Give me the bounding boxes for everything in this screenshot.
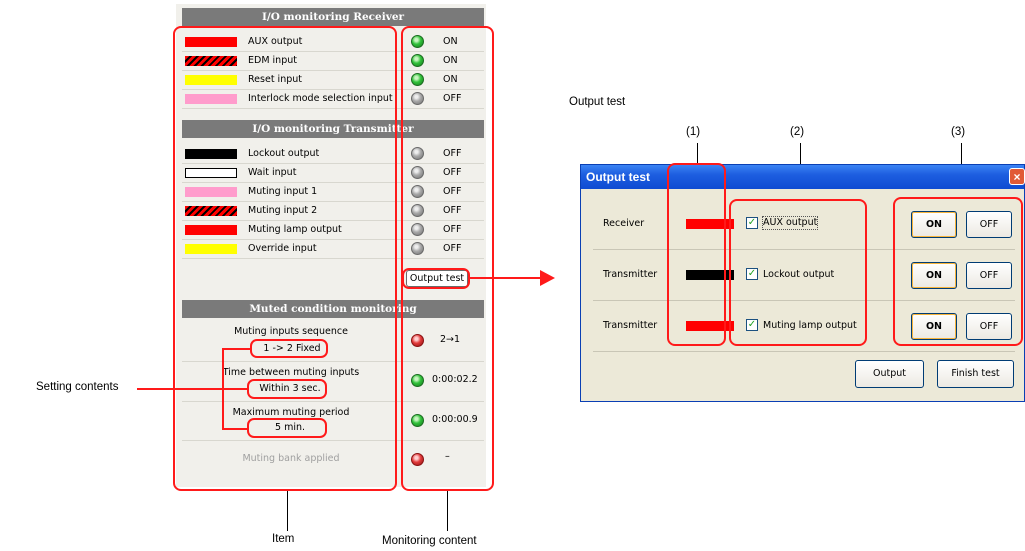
output-button[interactable]: Output: [855, 360, 924, 388]
column-1-leader-line: [697, 143, 698, 163]
column-1-callout-box: [667, 163, 726, 346]
arrow-shaft: [470, 277, 542, 279]
setting-bracket-line: [222, 348, 250, 350]
setting-callout-time: [247, 379, 327, 399]
receiver-section-title: I/O monitoring Receiver: [261, 11, 405, 23]
dialog-title: Output test: [586, 170, 650, 184]
setting-contents-annotation: Setting contents: [36, 381, 119, 393]
dialog-row-label: Transmitter: [603, 320, 658, 331]
dialog-row-label: Receiver: [603, 218, 645, 229]
receiver-section-header: I/O monitoring Receiver: [182, 8, 484, 26]
monitoring-content-annotation: Monitoring content: [382, 535, 477, 547]
output-test-callout: [402, 268, 470, 289]
setting-callout-sequence: [250, 339, 328, 358]
close-icon[interactable]: ×: [1009, 168, 1025, 185]
monitoring-content-leader-line: [447, 491, 448, 531]
dialog-row-label: Transmitter: [603, 269, 658, 280]
column-2-callout-box: [729, 199, 867, 346]
finish-test-button[interactable]: Finish test: [937, 360, 1014, 388]
column-3-callout-box: [893, 197, 1023, 346]
setting-bracket-line: [222, 388, 247, 390]
output-test-caption: Output test: [569, 96, 626, 108]
arrow-head-icon: [540, 270, 555, 286]
setting-pointer-line: [137, 388, 222, 390]
setting-callout-max-period: [247, 418, 327, 438]
dialog-titlebar[interactable]: Output test ×: [581, 165, 1025, 189]
column-marker-3: (3): [951, 126, 966, 138]
item-annotation: Item: [272, 533, 295, 545]
item-leader-line: [287, 491, 288, 531]
column-marker-2: (2): [790, 126, 805, 138]
monitoring-content-callout-box: [401, 26, 494, 491]
column-marker-1: (1): [686, 126, 701, 138]
setting-bracket-line: [222, 428, 247, 430]
